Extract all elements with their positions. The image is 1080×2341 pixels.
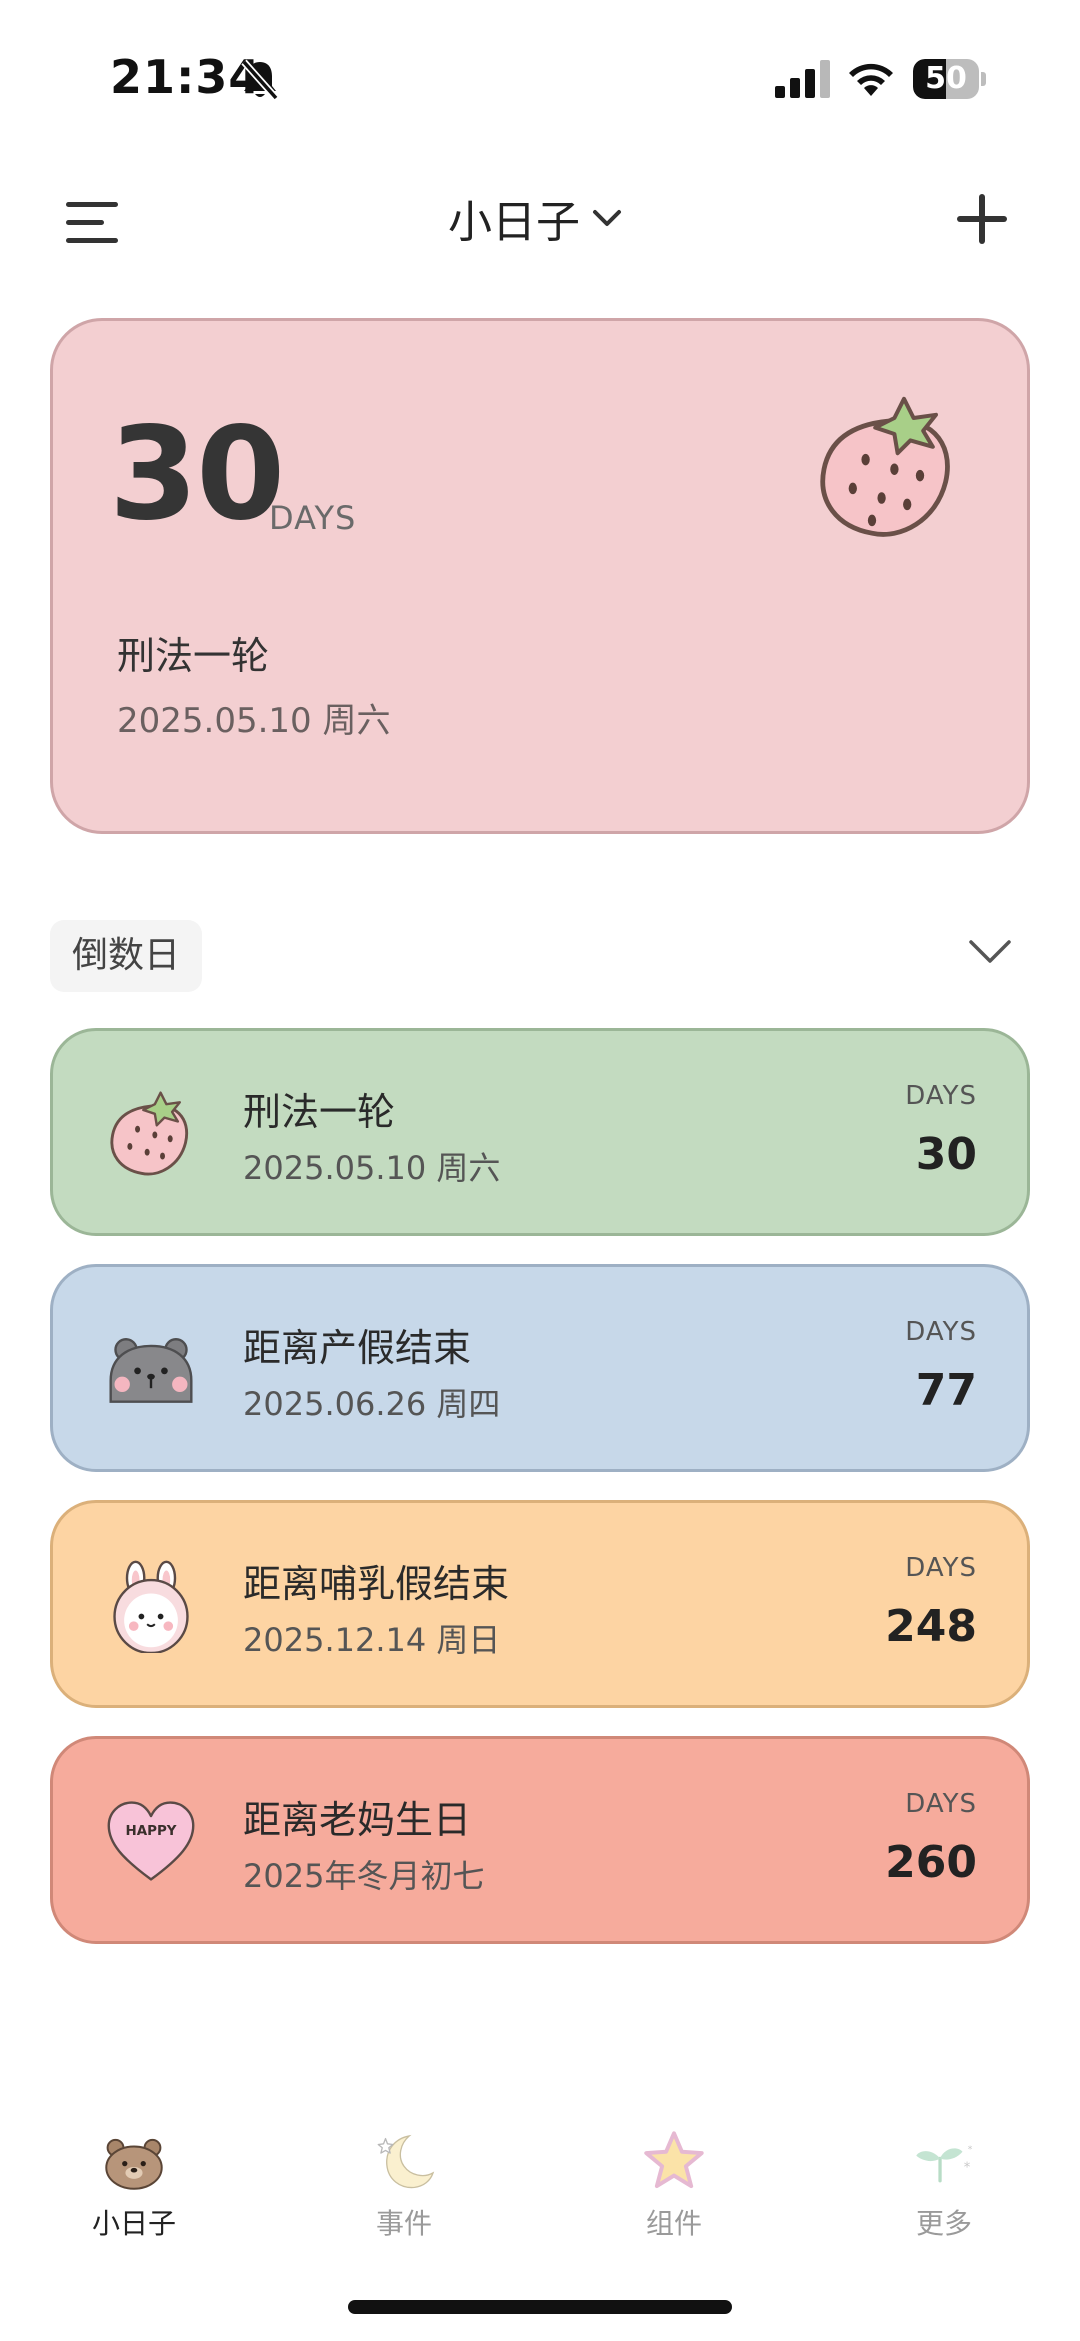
chevron-down-icon (593, 210, 621, 226)
moon-icon (377, 2134, 435, 2189)
hero-event-title: 刑法一轮 (117, 634, 270, 678)
happy-heart-icon: HAPPY (107, 1801, 195, 1881)
svg-text:*: * (964, 2161, 971, 2176)
hamburger-menu-icon[interactable] (66, 200, 120, 246)
hero-days-unit: DAYS (269, 499, 357, 537)
event-date: 2025.05.10 周六 (243, 1149, 501, 1187)
event-date: 2025.06.26 周四 (243, 1385, 501, 1423)
event-days-count: 30 (915, 1129, 977, 1180)
cellular-signal-icon (775, 60, 830, 98)
featured-countdown-card[interactable]: 30 DAYS 刑法一轮 2025.05.10 周六 (50, 318, 1030, 834)
event-title: 距离哺乳假结束 (243, 1562, 510, 1606)
tab-home[interactable]: 小日子 (54, 2128, 214, 2248)
event-days-unit: DAYS (905, 1081, 977, 1111)
tab-label: 组件 (645, 2207, 702, 2240)
bear-icon (105, 2138, 163, 2190)
event-card[interactable]: 刑法一轮 2025.05.10 周六 DAYS 30 (50, 1028, 1030, 1236)
battery-indicator: 50 (913, 59, 986, 99)
tab-more[interactable]: * * 更多 (864, 2128, 1024, 2248)
section-tag-countdown[interactable]: 倒数日 (50, 920, 203, 992)
svg-text:*: * (968, 2144, 973, 2155)
event-date: 2025.12.14 周日 (243, 1621, 501, 1659)
bell-muted-icon (241, 59, 279, 101)
event-days-unit: DAYS (905, 1317, 977, 1347)
event-card[interactable]: HAPPY 距离老妈生日 2025年冬月初七 DAYS 260 (50, 1736, 1030, 1944)
event-title: 距离老妈生日 (243, 1798, 472, 1842)
event-days-count: 248 (885, 1601, 977, 1652)
strawberry-icon (820, 396, 950, 537)
tab-events[interactable]: 事件 (324, 2128, 484, 2248)
event-days-unit: DAYS (905, 1789, 977, 1819)
event-card[interactable]: 距离产假结束 2025.06.26 周四 DAYS 77 (50, 1264, 1030, 1472)
event-card[interactable]: 距离哺乳假结束 2025.12.14 周日 DAYS 248 (50, 1500, 1030, 1708)
bunny-icon (113, 1560, 189, 1653)
nav-title-selector[interactable]: 小日子 (448, 188, 622, 248)
tab-label: 小日子 (91, 2207, 176, 2240)
battery-level: 50 (925, 61, 967, 96)
event-title: 距离产假结束 (243, 1326, 472, 1370)
tab-label: 事件 (375, 2207, 432, 2240)
strawberry-icon (110, 1091, 189, 1176)
gray-bear-icon (109, 1338, 193, 1403)
status-time: 21:34 (110, 50, 262, 104)
tab-widgets[interactable]: 组件 (594, 2128, 754, 2248)
star-icon (644, 2131, 704, 2189)
chevron-down-icon[interactable] (968, 938, 1012, 966)
plus-icon[interactable] (955, 192, 1009, 246)
nav-title: 小日子 (448, 197, 580, 248)
hero-days-count: 30 (109, 400, 285, 549)
hero-event-date: 2025.05.10 周六 (117, 701, 391, 741)
event-days-count: 260 (885, 1837, 977, 1888)
heart-label: HAPPY (125, 1824, 176, 1839)
sprout-icon: * * (916, 2144, 973, 2183)
wifi-icon (849, 63, 893, 96)
event-days-count: 77 (915, 1365, 977, 1416)
status-bar: 21:34 50 (0, 0, 1080, 150)
home-indicator[interactable] (348, 2300, 732, 2314)
event-date: 2025年冬月初七 (243, 1857, 485, 1895)
event-title: 刑法一轮 (243, 1090, 396, 1134)
event-days-unit: DAYS (905, 1553, 977, 1583)
tab-label: 更多 (915, 2207, 972, 2240)
